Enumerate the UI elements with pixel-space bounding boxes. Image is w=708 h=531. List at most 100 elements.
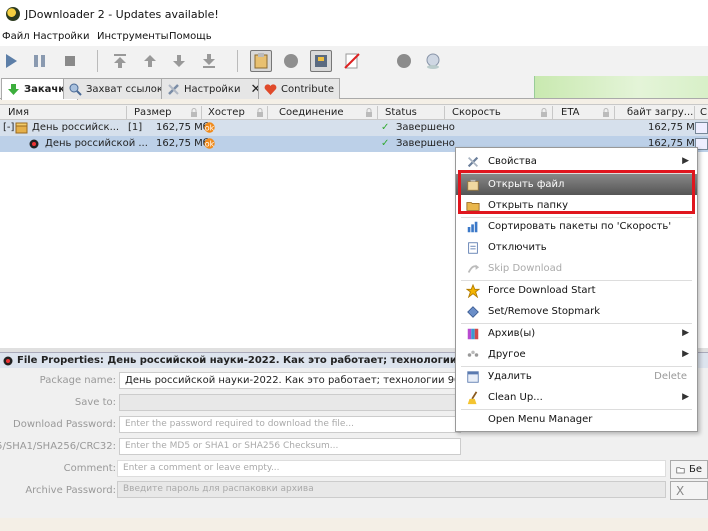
- menu-manager-icon: [465, 412, 481, 428]
- menu-tools[interactable]: Инструменты: [97, 31, 169, 42]
- menu-item-other[interactable]: Другое ▶: [456, 344, 697, 365]
- comment-label: Comment:: [63, 463, 116, 474]
- menu-help[interactable]: Помощь: [169, 31, 212, 42]
- lock-icon: [541, 108, 547, 117]
- table-row[interactable]: [-] День российск... [1] 162,75 Мб ok ✓ …: [0, 120, 708, 136]
- stop-download-icon[interactable]: [59, 50, 81, 72]
- check-icon: ✓: [381, 138, 390, 149]
- download-arrow-icon: [7, 83, 20, 96]
- tab-contribute[interactable]: Contribute: [258, 78, 341, 99]
- menu-settings[interactable]: Настройки: [33, 31, 89, 42]
- col-status[interactable]: Status: [385, 107, 417, 118]
- submenu-arrow-icon: ▶: [682, 392, 689, 402]
- other-icon: [465, 347, 481, 363]
- browse-button-label: Бе: [688, 464, 702, 475]
- col-extra[interactable]: С: [700, 107, 707, 118]
- hoster-ok-icon: ok: [204, 138, 215, 149]
- clipboard-observer-icon[interactable]: [250, 50, 272, 72]
- silent-mode-icon[interactable]: [341, 50, 363, 72]
- save-to-field[interactable]: [119, 394, 461, 411]
- properties-tools-icon: [465, 154, 481, 170]
- menu-item-archives[interactable]: Архив(ы) ▶: [456, 323, 697, 344]
- move-top-icon[interactable]: [109, 50, 131, 72]
- stopmark-icon: [465, 304, 481, 320]
- label-wrap: Download Password:: [0, 419, 116, 433]
- col-speed[interactable]: Скорость: [452, 107, 501, 118]
- menu-item-disable[interactable]: Отключить: [456, 237, 697, 258]
- col-loaded[interactable]: байт загру...: [627, 107, 693, 118]
- download-password-field[interactable]: Enter the password required to download …: [119, 416, 461, 433]
- menu-item-cleanup[interactable]: Clean Up... ▶: [456, 387, 697, 408]
- collapse-toggle[interactable]: [-]: [3, 122, 14, 133]
- folder-icon: [676, 466, 685, 473]
- menu-item-properties[interactable]: Свойства ▶: [456, 151, 697, 172]
- col-separator: [444, 106, 445, 119]
- menu-item-label: Set/Remove Stopmark: [488, 306, 601, 317]
- col-name[interactable]: Имя: [8, 107, 29, 118]
- premium-toggle-icon[interactable]: [310, 50, 332, 72]
- clear-button[interactable]: Х: [670, 481, 708, 500]
- broom-icon: [465, 390, 481, 406]
- hoster-ok-icon: ok: [204, 122, 215, 133]
- move-down-icon[interactable]: [168, 50, 190, 72]
- reconnect-icon[interactable]: [280, 50, 302, 72]
- menu-file[interactable]: Файл: [2, 31, 30, 42]
- label-wrap: Package name:: [0, 375, 116, 389]
- menu-item-label: Свойства: [488, 156, 537, 167]
- col-separator: [126, 106, 127, 119]
- menu-item-label: Сортировать пакеты по 'Скорость': [488, 221, 672, 232]
- file-name: День российской ...: [45, 138, 148, 149]
- menu-item-force-start[interactable]: Force Download Start: [456, 280, 697, 301]
- menu-item-sort[interactable]: Сортировать пакеты по 'Скорость': [456, 216, 697, 237]
- menu-item-label: Отключить: [488, 242, 547, 253]
- tab-contribute-label: Contribute: [281, 83, 335, 95]
- comment-field[interactable]: Enter a comment or leave empty...: [117, 460, 666, 477]
- linkgrabber-icon: [69, 83, 82, 96]
- col-separator: [614, 106, 615, 119]
- package-loaded: 162,75 Мб: [648, 122, 701, 133]
- package-status: Завершено: [396, 122, 455, 133]
- download-password-label: Download Password:: [13, 419, 116, 430]
- col-size[interactable]: Размер: [134, 107, 172, 118]
- col-separator: [377, 106, 378, 119]
- submenu-arrow-icon: ▶: [682, 328, 689, 338]
- move-up-icon[interactable]: [139, 50, 161, 72]
- package-size: 162,75 Мб: [156, 122, 209, 133]
- pause-download-icon[interactable]: [29, 50, 51, 72]
- browse-button[interactable]: Бе: [670, 460, 708, 479]
- tab-settings[interactable]: Настройки ✕: [161, 78, 268, 99]
- checksum-field[interactable]: Enter the MD5 or SHA1 or SHA256 Checksum…: [119, 438, 461, 455]
- toolbar-separator: [97, 50, 98, 72]
- col-connection[interactable]: Соединение: [279, 107, 344, 118]
- col-hoster[interactable]: Хостер: [208, 107, 245, 118]
- archive-password-label: Archive Password:: [25, 485, 116, 496]
- start-download-icon[interactable]: [0, 50, 22, 72]
- menu-item-menu-manager[interactable]: Open Menu Manager: [456, 409, 697, 430]
- menu-item-label: Skip Download: [488, 263, 563, 274]
- archive-password-field[interactable]: Введите пароль для распаковки архива: [117, 481, 666, 498]
- update-icon[interactable]: [393, 50, 415, 72]
- close-x-icon: Х: [676, 483, 685, 498]
- settings-tools-icon: [167, 83, 180, 96]
- move-bottom-icon[interactable]: [198, 50, 220, 72]
- lock-icon: [366, 108, 372, 117]
- video-file-icon: [3, 356, 13, 366]
- checksum-label: MD5/SHA1/SHA256/CRC32:: [0, 441, 116, 452]
- lock-icon: [603, 108, 609, 117]
- package-name-field[interactable]: День российской науки-2022. Как это рабо…: [119, 372, 461, 389]
- jdownloader-logo-icon: [6, 7, 20, 21]
- col-eta[interactable]: ETA: [561, 107, 580, 118]
- menu-item-stopmark[interactable]: Set/Remove Stopmark: [456, 301, 697, 322]
- menu-item-label: Архив(ы): [488, 328, 536, 339]
- delete-icon: [465, 369, 481, 385]
- video-file-icon: [29, 139, 39, 149]
- menu-item-skip-download[interactable]: Skip Download: [456, 258, 697, 279]
- package-name-label: Package name:: [39, 375, 116, 386]
- svg-text:ok: ok: [205, 123, 215, 132]
- menu-item-delete[interactable]: Удалить Delete: [456, 366, 697, 387]
- skip-icon: [465, 261, 481, 277]
- globe-icon[interactable]: [422, 50, 444, 72]
- shortcut-delete: Delete: [654, 371, 687, 382]
- menu-item-label: Другое: [488, 349, 526, 360]
- tab-linkgrabber[interactable]: Захват ссылок: [63, 78, 169, 99]
